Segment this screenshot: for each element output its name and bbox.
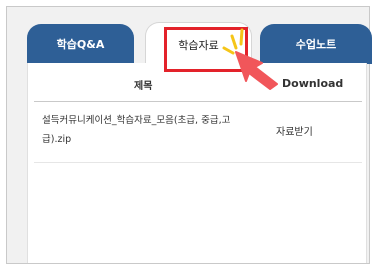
download-link[interactable]: 자료받기: [276, 123, 313, 138]
materials-panel: 제목 Download 설득커뮤니케이션_학습자료_모음(초급, 중급,고급).…: [27, 63, 367, 263]
tab-learning-qa[interactable]: 학습Q&A: [27, 24, 134, 64]
table-row: 설득커뮤니케이션_학습자료_모음(초급, 중급,고급).zip 자료받기: [34, 103, 362, 163]
column-header-download: Download: [282, 77, 344, 90]
file-title: 설득커뮤니케이션_학습자료_모음(초급, 중급,고급).zip: [42, 115, 231, 145]
hand-pointer-icon: [222, 28, 278, 90]
tab-bar: 학습Q&A 학습자료 수업노트: [20, 22, 372, 66]
table-header: 제목 Download: [34, 63, 362, 102]
column-header-title: 제목: [134, 81, 153, 92]
